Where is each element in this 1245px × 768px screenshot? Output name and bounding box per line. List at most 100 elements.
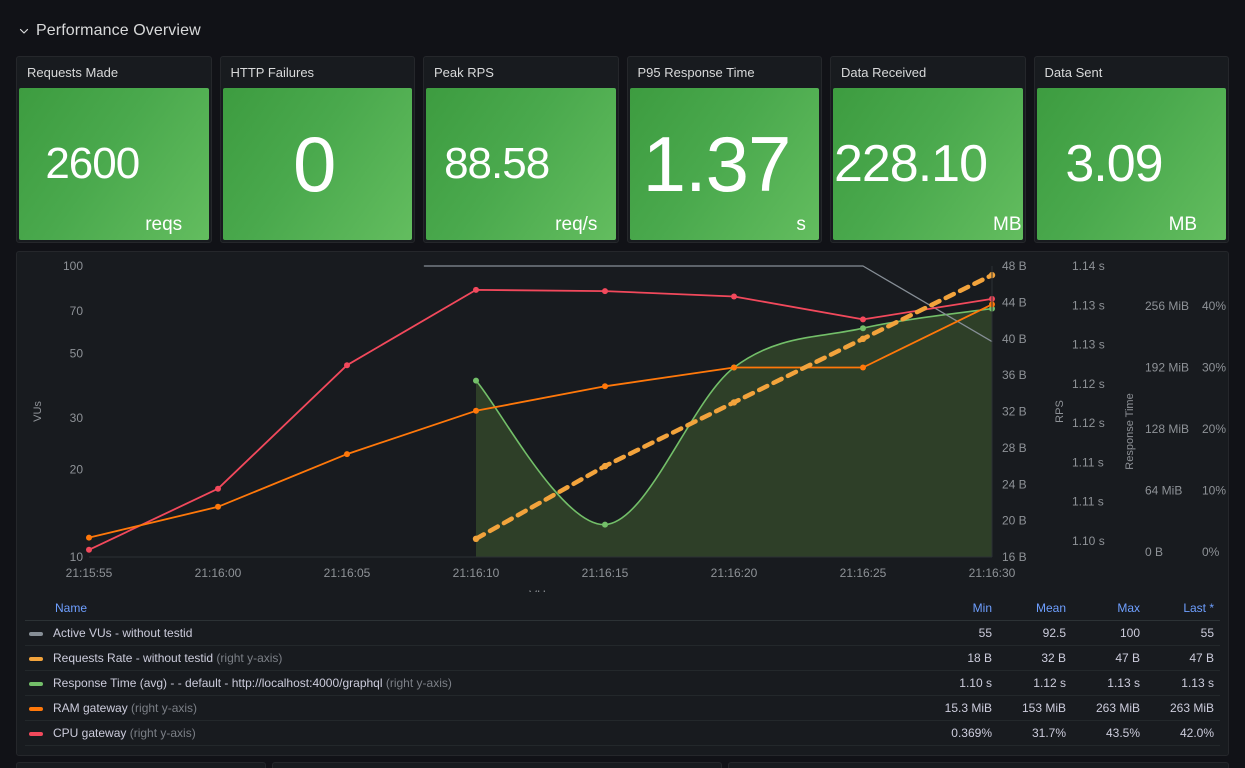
legend-series-name[interactable]: Response Time (avg) - - default - http:/… xyxy=(25,670,924,696)
legend-row[interactable]: CPU gateway (right y-axis) 0.369% 31.7% 43.… xyxy=(25,720,1220,746)
y-axis-tick-response-time: 1.13 s xyxy=(1072,298,1105,312)
graph-svg: 10 20 30 50 70 100 VUs 21:15:55 21:16:00 21:16:05… xyxy=(32,259,1226,592)
panel-title: P95 Response Time xyxy=(637,65,755,80)
x-axis-tick: 21:16:25 xyxy=(840,566,887,580)
legend-col-name[interactable]: Name xyxy=(25,598,924,621)
legend-color-swatch[interactable] xyxy=(29,631,43,636)
stat-value-area: 1.37 s xyxy=(629,88,819,240)
legend-row[interactable]: Active VUs - without testid 55 92.5 100 55 xyxy=(25,620,1220,646)
legend-col-last[interactable]: Last * xyxy=(1146,598,1220,621)
stat-panel-data-sent[interactable]: Data Sent 3.09 MB xyxy=(1033,56,1229,243)
panel-title: Data Received xyxy=(841,65,927,80)
y-axis-tick-rps: 24 B xyxy=(1002,477,1027,491)
legend-axis-note: (right y-axis) xyxy=(126,726,196,740)
legend-cell-last: 55 xyxy=(1146,620,1220,646)
x-axis-label: VUs xyxy=(529,588,552,592)
legend-cell-mean: 153 MiB xyxy=(998,695,1072,721)
stat-value: 2600 xyxy=(45,139,140,188)
stat-value: 0 xyxy=(293,120,336,208)
stat-unit: MB xyxy=(1168,214,1198,235)
legend-color-swatch[interactable] xyxy=(29,681,43,686)
stat-unit: reqs xyxy=(145,214,183,235)
stat-panel-requests-made[interactable]: Requests Made 2600 reqs xyxy=(16,56,212,243)
y-axis-tick-memory: 0 B xyxy=(1145,545,1163,559)
next-row-panel-partial-1[interactable] xyxy=(16,762,266,768)
y-axis-tick-vus: 50 xyxy=(70,347,84,361)
legend-label: CPU gateway xyxy=(53,726,127,740)
stat-value-area: 2600 reqs xyxy=(19,88,209,240)
legend-color-swatch[interactable] xyxy=(29,656,43,661)
series-point-response-time xyxy=(473,377,479,384)
series-point-requests-rate xyxy=(859,335,867,342)
series-point-cpu-gateway xyxy=(602,288,608,295)
legend-cell-max: 47 B xyxy=(1072,645,1146,671)
series-point-cpu-gateway xyxy=(86,546,92,553)
legend-series-name[interactable]: RAM gateway (right y-axis) xyxy=(25,695,924,721)
stat-panel-peak-rps[interactable]: Peak RPS 88.58 req/s xyxy=(423,56,619,243)
stat-panels-row: Requests Made 2600 reqs HTTP Failures 0 … xyxy=(16,56,1229,243)
series-point-requests-rate xyxy=(730,399,738,406)
legend-header-row: Name Min Mean Max Last * xyxy=(25,598,1220,621)
y-axis-tick-response-time: 1.14 s xyxy=(1072,259,1105,273)
y-axis-label-response-time: Response Time xyxy=(1124,393,1136,469)
graph-plot-area[interactable]: 10 20 30 50 70 100 VUs 21:15:55 21:16:00 21:16:05… xyxy=(17,252,1228,592)
y-axis-tick-vus: 20 xyxy=(70,462,84,476)
panel-title: HTTP Failures xyxy=(230,65,315,80)
legend-series-name[interactable]: CPU gateway (right y-axis) xyxy=(25,720,924,746)
stat-value: 228.10 xyxy=(833,135,988,193)
legend-label: Requests Rate - without testid xyxy=(53,651,214,665)
stat-panel-p95-response-time[interactable]: P95 Response Time 1.37 s xyxy=(626,56,822,243)
series-point-ram-gateway xyxy=(344,451,350,458)
y-axis-tick-percent: 40% xyxy=(1202,299,1226,313)
y-axis-tick-response-time: 1.13 s xyxy=(1072,338,1105,352)
stat-unit: req/s xyxy=(555,214,598,235)
y-axis-tick-memory: 256 MiB xyxy=(1145,299,1189,313)
legend-series-name[interactable]: Active VUs - without testid xyxy=(25,620,924,646)
y-axis-tick-memory: 192 MiB xyxy=(1145,361,1189,375)
x-axis-tick: 21:16:00 xyxy=(195,566,242,580)
y-axis-tick-rps: 28 B xyxy=(1002,441,1027,455)
y-axis-tick-memory: 64 MiB xyxy=(1145,484,1182,498)
legend-col-mean[interactable]: Mean xyxy=(998,598,1072,621)
y-axis-tick-rps: 16 B xyxy=(1002,550,1027,564)
x-axis-tick: 21:16:20 xyxy=(711,566,758,580)
x-axis-tick: 21:16:10 xyxy=(453,566,500,580)
legend-axis-note: (right y-axis) xyxy=(382,676,452,690)
legend-series-name[interactable]: Requests Rate - without testid (right y-… xyxy=(25,645,924,671)
stat-value: 88.58 xyxy=(444,139,550,188)
y-axis-tick-percent: 0% xyxy=(1202,545,1220,559)
series-point-ram-gateway xyxy=(860,364,866,371)
legend-row[interactable]: Response Time (avg) - - default - http:/… xyxy=(25,670,1220,696)
row-header-performance-overview[interactable]: Performance Overview xyxy=(18,18,201,44)
stat-panel-http-failures[interactable]: HTTP Failures 0 xyxy=(219,56,415,243)
legend-color-swatch[interactable] xyxy=(29,731,43,736)
legend-cell-min: 15.3 MiB xyxy=(924,695,998,721)
timeseries-panel[interactable]: 10 20 30 50 70 100 VUs 21:15:55 21:16:00 21:16:05… xyxy=(16,251,1229,756)
y-axis-label-vus: VUs xyxy=(32,401,44,422)
legend-row[interactable]: RAM gateway (right y-axis) 15.3 MiB 153 Mi… xyxy=(25,695,1220,721)
x-axis-tick: 21:16:30 xyxy=(969,566,1016,580)
legend-cell-last: 263 MiB xyxy=(1146,695,1220,721)
series-point-ram-gateway xyxy=(731,364,737,371)
row-title: Performance Overview xyxy=(36,22,201,39)
stat-panel-data-received[interactable]: Data Received 228.10 MB xyxy=(830,56,1026,243)
legend-color-swatch[interactable] xyxy=(29,706,43,711)
series-point-ram-gateway xyxy=(86,534,92,541)
legend-col-min[interactable]: Min xyxy=(924,598,998,621)
legend-row[interactable]: Requests Rate - without testid (right y-… xyxy=(25,645,1220,671)
legend-cell-max: 263 MiB xyxy=(1072,695,1146,721)
next-row-panel-partial-3[interactable] xyxy=(728,762,1229,768)
x-axis-tick: 21:16:15 xyxy=(582,566,629,580)
legend-col-max[interactable]: Max xyxy=(1072,598,1146,621)
panel-title: Requests Made xyxy=(27,65,119,80)
legend-cell-last: 47 B xyxy=(1146,645,1220,671)
panel-title: Peak RPS xyxy=(434,65,494,80)
legend-label: Response Time (avg) - - default - http:/… xyxy=(53,676,383,690)
next-row-panel-partial-2[interactable] xyxy=(272,762,722,768)
stat-value-area: 3.09 MB xyxy=(1036,88,1226,240)
graph-legend: Name Min Mean Max Last * Active VUs - wi… xyxy=(17,598,1228,755)
chevron-down-icon[interactable] xyxy=(18,25,30,37)
y-axis-tick-rps: 36 B xyxy=(1002,368,1027,382)
y-axis-label-rps: RPS xyxy=(1054,400,1066,423)
legend-axis-note: (right y-axis) xyxy=(127,701,198,715)
